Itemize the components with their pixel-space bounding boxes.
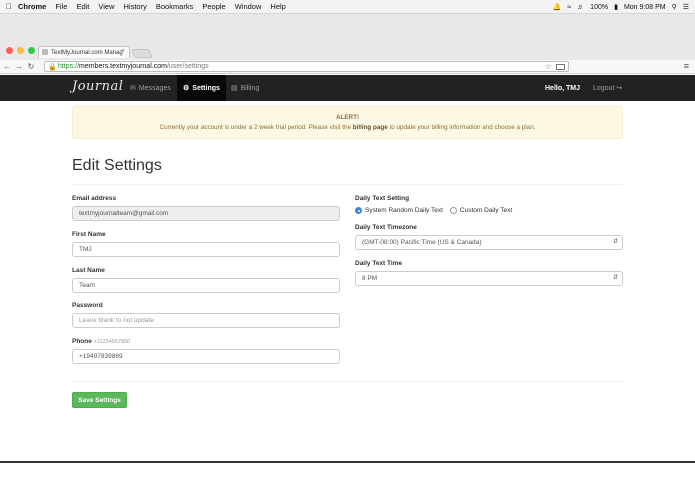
battery-percent: 100%: [590, 3, 609, 11]
notification-center-icon[interactable]: ☰: [683, 3, 689, 11]
browser-toolbar: ← → ↻ 🔒 https:// members.textmyjournal.c…: [0, 60, 695, 74]
mac-menu-bar:  Chrome File Edit View History Bookmark…: [0, 0, 695, 14]
first-name-label: First Name: [72, 231, 106, 238]
daily-text-setting-label: Daily Text Setting: [355, 195, 410, 202]
timezone-value: (GMT-08:00) Pacific Time (US & Canada): [362, 239, 482, 246]
first-name-field[interactable]: TMJ: [72, 242, 340, 257]
phone-label: Phone +11234567890: [72, 338, 130, 345]
radio-custom[interactable]: [449, 207, 457, 214]
menu-view[interactable]: View: [98, 2, 114, 11]
menu-app-name[interactable]: Chrome: [18, 2, 46, 11]
tab-strip: TextMyJournal.com Manag ×: [0, 14, 695, 60]
reload-icon[interactable]: ↻: [26, 62, 36, 71]
menu-people[interactable]: People: [202, 2, 225, 11]
site-navbar: Journal ✉ Messages ⚙ Settings ▤ Billing …: [0, 75, 695, 101]
menu-bar-status: 🔔 ≈ ♬ 100% ▮ Mon 9:08 PM ⚲ ☰: [553, 0, 689, 14]
minimize-window-icon[interactable]: [17, 47, 24, 54]
forward-icon[interactable]: →: [14, 62, 24, 71]
password-label: Password: [72, 302, 103, 309]
menu-file[interactable]: File: [55, 2, 67, 11]
timezone-select[interactable]: (GMT-08:00) Pacific Time (US & Canada) ⇵: [355, 235, 623, 250]
logout-icon: ↪: [616, 85, 623, 92]
billing-page-link[interactable]: billing page: [353, 124, 388, 131]
back-icon[interactable]: ←: [2, 62, 12, 71]
nav-billing-label: Billing: [240, 84, 260, 92]
form-divider: [72, 381, 623, 382]
daily-text-setting-radios: System Random Daily Text Custom Daily Te…: [355, 207, 519, 214]
browser-tab[interactable]: TextMyJournal.com Manag ×: [38, 46, 130, 58]
time-label: Daily Text Time: [355, 260, 403, 267]
volume-icon[interactable]: ♬: [577, 4, 584, 11]
tab-close-icon[interactable]: ×: [121, 48, 125, 55]
menu-window[interactable]: Window: [235, 2, 262, 11]
radio-system-random-label[interactable]: System Random Daily Text: [365, 207, 443, 214]
clock[interactable]: Mon 9:08 PM: [624, 4, 666, 11]
alert-body: Currently your account is under a 2 week…: [73, 124, 622, 131]
screen:  Chrome File Edit View History Bookmark…: [0, 0, 695, 494]
notification-icon[interactable]: 🔔: [553, 3, 562, 11]
bookmark-star-icon[interactable]: ☆: [545, 62, 552, 71]
nav-messages[interactable]: ✉ Messages: [124, 75, 177, 101]
window-controls: [6, 47, 35, 54]
radio-custom-label[interactable]: Custom Daily Text: [460, 207, 512, 214]
last-name-field[interactable]: Team: [72, 278, 340, 293]
menu-edit[interactable]: Edit: [76, 2, 89, 11]
alert-text-after: to update your billing information and c…: [389, 124, 536, 131]
radio-system-random[interactable]: [355, 207, 362, 214]
alert-title: ALERT!: [335, 114, 360, 121]
password-field[interactable]: Leave blank to not update: [72, 313, 340, 328]
phone-hint: +11234567890: [93, 339, 131, 345]
gear-icon: ⚙: [183, 85, 190, 92]
zoom-window-icon[interactable]: [28, 47, 35, 54]
email-field: textmyjournalteam@gmail.com: [72, 206, 340, 221]
alert-text-before: Currently your account is under a 2 week…: [159, 124, 351, 131]
url-scheme: https://: [58, 63, 80, 70]
spotlight-icon[interactable]: ⚲: [672, 3, 677, 11]
window-bottom-edge: [0, 461, 695, 463]
nav-messages-label: Messages: [138, 84, 171, 92]
phone-field[interactable]: +19497839869: [72, 349, 340, 364]
nav-billing[interactable]: ▤ Billing: [225, 75, 265, 101]
last-name-label: Last Name: [72, 267, 105, 274]
url-host: members.textmyjournal.com: [79, 63, 167, 70]
tab-title: TextMyJournal.com Manag: [51, 49, 123, 56]
menu-help[interactable]: Help: [270, 2, 285, 11]
time-select[interactable]: 8 PM ⇵: [355, 271, 623, 286]
url-path: /user/settings: [166, 63, 209, 70]
favicon-icon: [42, 49, 48, 55]
battery-icon[interactable]: ▮: [614, 3, 618, 11]
logout-label: Logout: [593, 84, 615, 92]
page-title: Edit Settings: [72, 157, 162, 174]
title-divider: [72, 184, 623, 185]
logout-link[interactable]: Logout ↪: [593, 75, 622, 101]
lock-icon: 🔒: [48, 64, 57, 71]
trial-alert: ALERT! Currently your account is under a…: [72, 106, 623, 139]
address-bar[interactable]: 🔒 https:// members.textmyjournal.com /us…: [44, 61, 569, 72]
apple-icon[interactable]: : [0, 2, 18, 11]
brand-logo[interactable]: Journal: [72, 79, 123, 94]
user-greeting: Hello, TMJ: [545, 84, 581, 92]
menu-history[interactable]: History: [124, 2, 147, 11]
phone-label-text: Phone: [72, 338, 92, 345]
menu-bookmarks[interactable]: Bookmarks: [156, 2, 194, 11]
select-caret-icon: ⇵: [612, 239, 618, 245]
email-label: Email address: [72, 195, 117, 202]
select-caret-icon: ⇵: [612, 275, 618, 281]
time-value: 8 PM: [362, 275, 378, 282]
save-settings-button[interactable]: Save Settings: [72, 392, 127, 408]
credit-card-icon: ▤: [231, 85, 238, 92]
chrome-menu-icon[interactable]: ≡: [684, 61, 689, 71]
new-tab-button[interactable]: [131, 49, 153, 58]
wifi-icon[interactable]: ≈: [567, 4, 571, 11]
cast-icon[interactable]: [556, 64, 565, 70]
envelope-icon: ✉: [130, 85, 136, 92]
close-window-icon[interactable]: [6, 47, 13, 54]
nav-settings-label: Settings: [192, 84, 220, 92]
nav-settings[interactable]: ⚙ Settings: [177, 75, 226, 101]
timezone-label: Daily Text Timezone: [355, 224, 417, 231]
